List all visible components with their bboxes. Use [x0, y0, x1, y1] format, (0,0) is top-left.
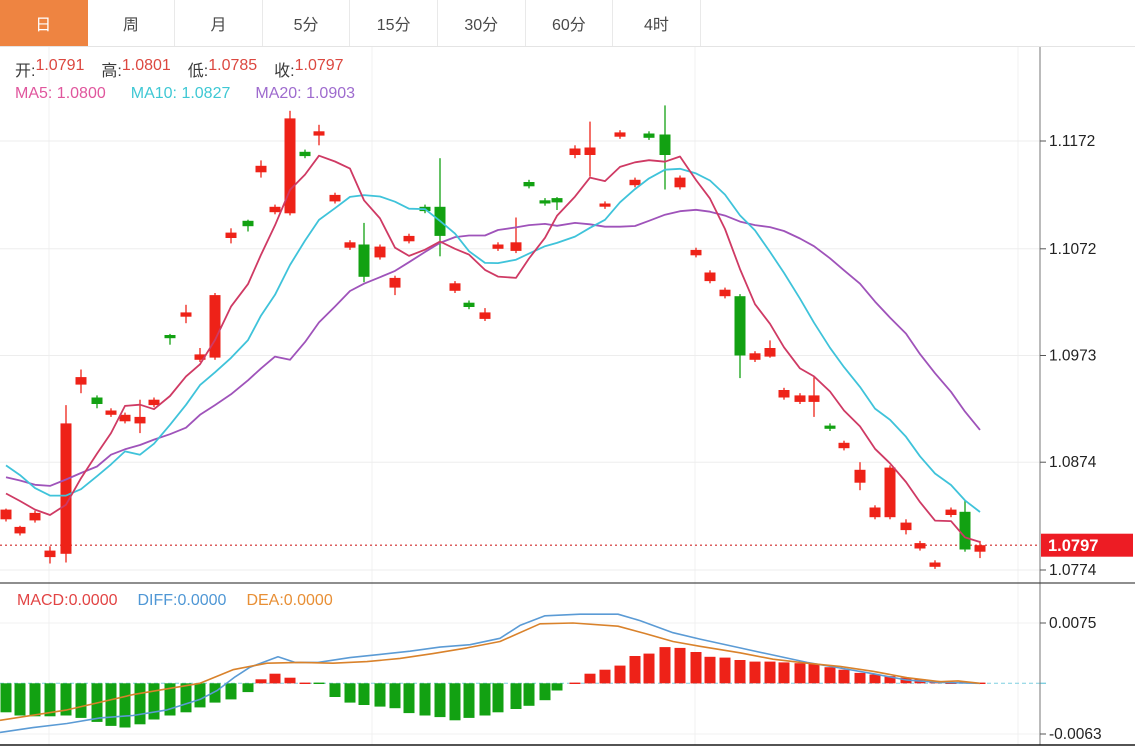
ma20-value: 1.0903	[306, 85, 356, 102]
tab-period-2[interactable]: 周	[87, 0, 176, 46]
macd-readout: MACD: 0.0000 DIFF: 0.0000 DEA: 0.0000	[17, 592, 333, 610]
high-label: 高:	[101, 63, 122, 80]
open-label: 开:	[15, 63, 36, 80]
ma10-readout: MA10: 1.0827	[131, 85, 231, 103]
open-value: 1.0791	[35, 57, 85, 74]
low-value: 1.0785	[208, 57, 258, 74]
ma-readout: MA5: 1.0800 MA10: 1.0827 MA20: 1.0903	[15, 85, 355, 103]
close-value: 1.0797	[294, 57, 344, 74]
low-label: 低:	[187, 63, 209, 80]
svg-text:0.0075: 0.0075	[1049, 615, 1096, 632]
high-value: 1.0801	[121, 57, 171, 74]
tab-period-1[interactable]: 日	[0, 0, 88, 46]
last-price-tag: 1.0797	[1041, 533, 1133, 557]
tab-period-7[interactable]: 60分	[525, 0, 614, 46]
ma10-value: 1.0827	[181, 85, 231, 102]
diff-value: 0.0000	[177, 592, 227, 609]
low-readout: 低: 1.0785	[188, 57, 257, 81]
ma5-label: MA5:	[15, 85, 53, 102]
ma20-label: MA20:	[255, 85, 302, 102]
dea-value-readout: DEA: 0.0000	[246, 592, 332, 610]
grid-lines	[0, 47, 1040, 745]
svg-text:-0.0063: -0.0063	[1049, 726, 1102, 743]
ma10-label: MA10:	[130, 85, 177, 102]
ma10-line	[5, 167, 981, 513]
close-label: 收:	[274, 63, 295, 80]
kline-trading-app: 1.1172 1.1072 1.0973 1.0874 1.0774 0.0075 -0.0…	[0, 0, 1135, 751]
dea-value: 0.0000	[283, 592, 333, 609]
tab-period-5[interactable]: 15分	[350, 0, 438, 46]
tab-period-3[interactable]: 月	[175, 0, 263, 46]
macd-histogram	[0, 647, 986, 728]
diff-label: DIFF:	[137, 592, 178, 609]
ma5-readout: MA5: 1.0800	[15, 85, 106, 103]
period-tabs: 日周月 5分 15分 30分 60分 4时	[0, 0, 1135, 47]
open-readout: 开: 1.0791	[15, 57, 84, 81]
diff-value-readout: DIFF: 0.0000	[138, 592, 227, 610]
macd-value-readout: MACD: 0.0000	[17, 592, 118, 610]
ohlc-readout: 开: 1.0791 高: 1.0801 低: 1.0785 收: 1.0797	[15, 57, 344, 81]
svg-text:1.1072: 1.1072	[1049, 241, 1096, 258]
high-readout: 高: 1.0801	[101, 57, 170, 81]
svg-text:1.0973: 1.0973	[1049, 348, 1096, 365]
svg-text:1.0774: 1.0774	[1049, 562, 1097, 579]
tab-period-8[interactable]: 4时	[613, 0, 701, 46]
price-axis-labels: 1.1172 1.1072 1.0973 1.0874 1.0774 0.0075 -0.0…	[1040, 133, 1102, 743]
ma5-line	[5, 154, 981, 543]
svg-text:1.1172: 1.1172	[1049, 133, 1095, 150]
svg-text:1.0797: 1.0797	[1048, 537, 1098, 555]
dea-label: DEA:	[246, 592, 284, 609]
ma20-readout: MA20: 1.0903	[255, 85, 355, 103]
tab-period-6[interactable]: 30分	[437, 0, 526, 46]
close-readout: 收: 1.0797	[274, 57, 343, 81]
ma5-value: 1.0800	[56, 85, 106, 102]
tab-period-4[interactable]: 5分	[262, 0, 351, 46]
svg-text:1.0874: 1.0874	[1049, 454, 1097, 471]
macd-label: MACD:	[17, 592, 69, 609]
macd-value: 0.0000	[68, 592, 118, 609]
candles	[0, 105, 986, 569]
candlestick-chart[interactable]: 1.1172 1.1072 1.0973 1.0874 1.0774 0.0075 -0.0…	[0, 0, 1135, 751]
